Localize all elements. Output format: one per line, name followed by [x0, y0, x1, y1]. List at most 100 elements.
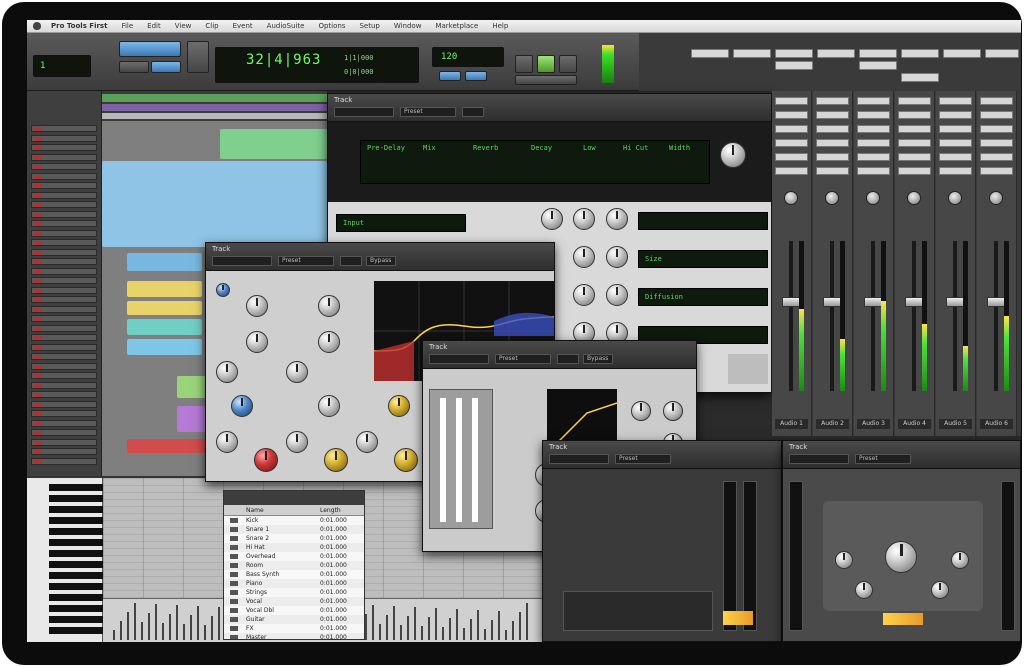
- menu-marketplace[interactable]: Marketplace: [435, 22, 478, 30]
- zoom-button[interactable]: [187, 41, 209, 73]
- insert-slot[interactable]: [775, 167, 808, 175]
- velocity-bar[interactable]: [463, 628, 465, 640]
- menu-audiosuite[interactable]: AudioSuite: [267, 22, 305, 30]
- console-track-selector[interactable]: [549, 454, 609, 464]
- track-header-row[interactable]: [31, 191, 97, 199]
- record-enable-icon[interactable]: [34, 298, 42, 302]
- eq-knob[interactable]: [246, 331, 268, 353]
- record-enable-icon[interactable]: [34, 279, 42, 283]
- track-header-row[interactable]: [31, 372, 97, 379]
- clip-list-row[interactable]: Hi Hat 0:01.000: [224, 543, 364, 552]
- volume-fader[interactable]: [987, 297, 1005, 307]
- amp-knob[interactable]: [835, 551, 853, 569]
- mixer-slot[interactable]: [775, 49, 813, 58]
- clip-list-row[interactable]: Kick 0:01.000: [224, 516, 364, 525]
- velocity-bar[interactable]: [162, 623, 164, 640]
- reverb-param-display[interactable]: Size: [638, 250, 768, 268]
- velocity-bar[interactable]: [414, 607, 416, 640]
- record-enable-icon[interactable]: [34, 260, 42, 264]
- apple-icon[interactable]: [33, 22, 41, 30]
- velocity-bar[interactable]: [134, 603, 136, 640]
- insert-slot[interactable]: [939, 167, 972, 175]
- record-enable-icon[interactable]: [34, 241, 42, 245]
- track-header-row[interactable]: [31, 163, 97, 170]
- edit-mode-buttons[interactable]: [119, 41, 181, 57]
- amp-track-selector[interactable]: [789, 454, 849, 464]
- track-header-row[interactable]: [31, 239, 97, 246]
- track-header-row[interactable]: [31, 296, 97, 303]
- volume-fader[interactable]: [905, 297, 923, 307]
- velocity-bar[interactable]: [365, 614, 367, 640]
- eq-knob[interactable]: [286, 361, 308, 383]
- clip-list-row[interactable]: Piano 0:01.000: [224, 579, 364, 588]
- record-enable-icon[interactable]: [34, 231, 42, 236]
- channel-name[interactable]: Audio 5: [939, 419, 972, 429]
- channel-name[interactable]: Audio 6: [980, 419, 1013, 429]
- black-key[interactable]: [49, 495, 103, 502]
- pan-knob[interactable]: [825, 191, 839, 205]
- mixer-slot[interactable]: [817, 49, 855, 58]
- menu-app[interactable]: Pro Tools First: [51, 22, 107, 30]
- record-enable-icon[interactable]: [34, 364, 42, 369]
- insert-slot[interactable]: [775, 125, 808, 133]
- clip-list-row[interactable]: Snare 1 0:01.000: [224, 525, 364, 534]
- mixer-slot[interactable]: [859, 61, 897, 70]
- record-enable-icon[interactable]: [34, 402, 42, 407]
- track-header-row[interactable]: [31, 457, 97, 465]
- clip-yellow-2[interactable]: [127, 301, 202, 315]
- reverb-knob[interactable]: [606, 284, 628, 306]
- dyn-preset-selector[interactable]: Preset: [495, 354, 551, 364]
- record-enable-icon[interactable]: [34, 127, 42, 131]
- velocity-bar[interactable]: [435, 608, 437, 640]
- track-header-row[interactable]: [31, 448, 97, 455]
- insert-slot[interactable]: [939, 125, 972, 133]
- main-counter[interactable]: 32|4|963 1|1|000 0|0|000: [215, 47, 419, 83]
- piano-keyboard[interactable]: [27, 478, 103, 642]
- insert-slot[interactable]: [775, 139, 808, 147]
- mixer-slot[interactable]: [901, 49, 939, 58]
- channel-name[interactable]: Audio 2: [816, 419, 849, 429]
- record-enable-icon[interactable]: [34, 212, 42, 217]
- velocity-bar[interactable]: [127, 612, 129, 640]
- velocity-bar[interactable]: [407, 616, 409, 640]
- insert-slot[interactable]: [857, 153, 890, 161]
- velocity-bar[interactable]: [155, 604, 157, 640]
- velocity-bar[interactable]: [169, 614, 171, 640]
- black-key[interactable]: [49, 594, 103, 601]
- track-header-row[interactable]: [31, 334, 97, 341]
- insert-slot[interactable]: [816, 97, 849, 105]
- record-enable-icon[interactable]: [34, 184, 42, 188]
- insert-slot[interactable]: [980, 153, 1013, 161]
- mixer-slot[interactable]: [901, 73, 939, 82]
- track-header-row[interactable]: [31, 305, 97, 313]
- insert-slot[interactable]: [980, 167, 1013, 175]
- grid-display[interactable]: 1: [33, 55, 91, 77]
- clip-audio[interactable]: [127, 253, 202, 271]
- velocity-bar[interactable]: [491, 620, 493, 640]
- record-enable-icon[interactable]: [34, 374, 42, 378]
- black-key[interactable]: [49, 616, 103, 623]
- track-header-row[interactable]: [31, 343, 97, 351]
- eq-gain-knob[interactable]: [394, 448, 418, 472]
- black-key[interactable]: [49, 583, 103, 590]
- pan-knob[interactable]: [784, 191, 798, 205]
- eq-knob[interactable]: [286, 431, 308, 453]
- compare-button[interactable]: [462, 107, 484, 117]
- track-selector[interactable]: [334, 107, 394, 117]
- track-header-row[interactable]: [31, 144, 97, 151]
- clip-blue-selected[interactable]: [102, 161, 327, 247]
- pan-knob[interactable]: [907, 191, 921, 205]
- velocity-bar[interactable]: [176, 605, 178, 640]
- amp-knob[interactable]: [951, 551, 969, 569]
- insert-slot[interactable]: [939, 97, 972, 105]
- record-enable-icon[interactable]: [34, 165, 42, 169]
- black-key[interactable]: [49, 517, 103, 524]
- pan-knob[interactable]: [989, 191, 1003, 205]
- dyn-compare-button[interactable]: [557, 354, 579, 364]
- velocity-bar[interactable]: [379, 624, 381, 640]
- velocity-bar[interactable]: [190, 615, 192, 640]
- clip-green[interactable]: [220, 129, 327, 159]
- black-key[interactable]: [49, 484, 103, 491]
- volume-fader[interactable]: [823, 297, 841, 307]
- clip-list-row[interactable]: Overhead 0:01.000: [224, 552, 364, 561]
